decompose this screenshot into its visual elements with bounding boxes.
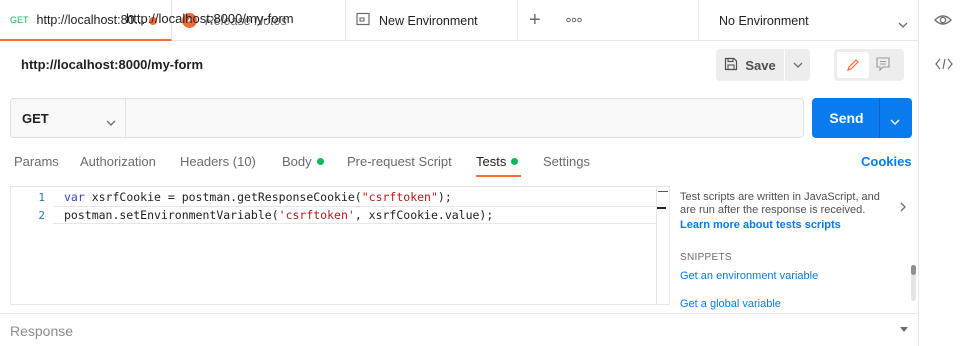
environment-selector-label: No Environment (719, 13, 809, 28)
cookies-link[interactable]: Cookies (861, 154, 912, 169)
snippets-heading: SNIPPETS (680, 252, 732, 263)
send-button-group: Send (812, 98, 912, 138)
tab-authorization[interactable]: Authorization (80, 154, 156, 169)
code-line-1[interactable]: var xsrfCookie = postman.getResponseCook… (64, 190, 452, 204)
chevron-down-icon (106, 114, 116, 129)
method-label: GET (22, 110, 49, 126)
tab-tests[interactable]: Tests (476, 154, 519, 169)
snippet-item[interactable]: Get an environment variable (680, 270, 818, 282)
chevron-down-icon (793, 62, 802, 68)
environment-quick-look-eye-icon[interactable] (934, 13, 952, 30)
caret-down-icon[interactable] (900, 327, 908, 332)
tab-method-badge: GET (10, 14, 29, 25)
learn-more-link[interactable]: Learn more about tests scripts (680, 219, 841, 231)
documentation-mode-icon[interactable] (875, 56, 891, 75)
tab-params[interactable]: Params (14, 154, 59, 169)
environment-selector[interactable]: No Environment (698, 0, 918, 41)
environment-icon (356, 12, 370, 29)
method-select[interactable]: GET (11, 99, 126, 137)
save-icon (724, 57, 738, 74)
chevron-down-icon (898, 16, 908, 31)
edit-mode-button[interactable] (837, 52, 869, 78)
code-line-2[interactable]: postman.setEnvironmentVariable('csrftoke… (64, 208, 493, 222)
tab-body[interactable]: Body (282, 154, 324, 169)
tab-settings[interactable]: Settings (543, 154, 590, 169)
editor-scrollbar[interactable] (656, 187, 657, 304)
send-button[interactable]: Send (812, 98, 879, 138)
response-label: Response (10, 323, 74, 339)
tab-headers[interactable]: Headers (10) (180, 154, 256, 169)
url-input[interactable]: http://localhost:8000/my-form (126, 11, 294, 26)
send-options-chevron-icon[interactable] (890, 113, 900, 128)
save-button[interactable]: Save (716, 49, 784, 81)
line-number-gutter: 1 2 (11, 187, 53, 304)
chevron-right-icon[interactable] (900, 200, 906, 215)
tab-body-label: Body (282, 154, 312, 169)
request-name[interactable]: http://localhost:8000/my-form (21, 57, 203, 72)
tab-headers-label: Headers (180, 154, 230, 169)
more-tabs-icon[interactable] (566, 11, 582, 27)
line-number: 1 (38, 191, 45, 204)
active-tab-indicator (476, 175, 521, 177)
new-tab-plus-icon[interactable]: + (529, 10, 541, 30)
line-number: 2 (38, 209, 45, 222)
divider (918, 0, 919, 41)
headers-count: (10) (232, 154, 256, 169)
snippets-description: Test scripts are written in JavaScript, … (680, 191, 880, 216)
code-snippet-icon[interactable] (935, 58, 953, 74)
tests-code-editor[interactable]: 1 2 var xsrfCookie = postman.getResponse… (10, 186, 670, 305)
request-url-bar: GET (10, 98, 804, 138)
right-sidebar (918, 41, 967, 346)
view-mode-toggle (834, 49, 904, 81)
pencil-icon (847, 59, 859, 71)
response-pane[interactable]: Response (0, 313, 918, 346)
tab-title: New Environment (379, 13, 478, 28)
text-cursor (657, 207, 666, 209)
status-dot-icon (316, 158, 324, 165)
save-button-group: Save (716, 49, 810, 81)
snippets-scroll-thumb[interactable] (911, 265, 916, 275)
save-label: Save (745, 57, 776, 73)
scroll-marker (658, 191, 668, 192)
save-options-button[interactable] (785, 49, 810, 81)
divider (879, 98, 880, 138)
tab-pre-request-script[interactable]: Pre-request Script (347, 154, 452, 169)
snippet-item[interactable]: Get a global variable (680, 298, 781, 310)
tab-new-environment[interactable]: New Environment (346, 0, 518, 41)
status-dot-icon (511, 158, 519, 165)
tab-tests-label: Tests (476, 154, 507, 169)
